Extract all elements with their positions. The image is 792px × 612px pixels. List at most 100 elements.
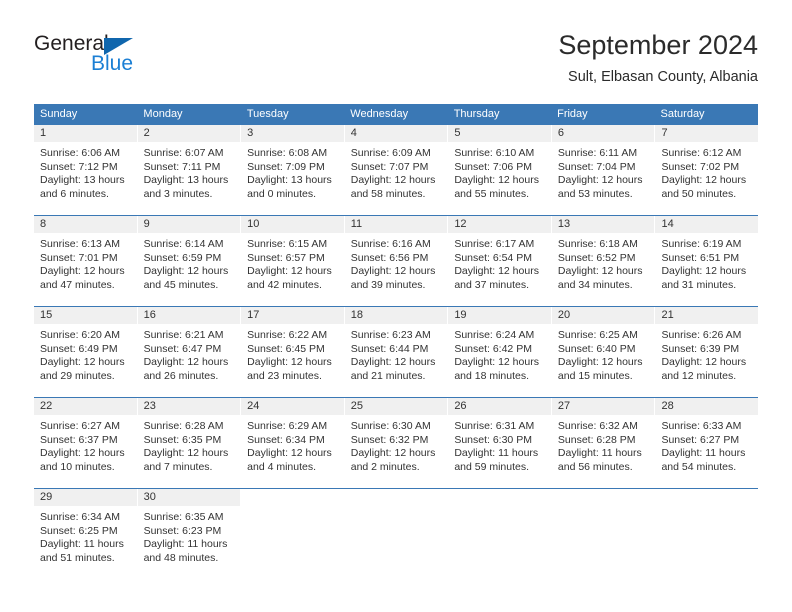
day-number-band: 22 bbox=[34, 398, 137, 416]
day-detail-line: and 4 minutes. bbox=[247, 460, 317, 473]
calendar-day-cell[interactable]: 2 Sunrise: 6:07 AM Sunset: 7:11 PM Daylight… bbox=[137, 125, 242, 207]
calendar-day-cell[interactable]: 9 Sunrise: 6:14 AM Sunset: 6:59 PM Daylight… bbox=[137, 216, 242, 298]
day-details: Sunrise: 6:11 AM Sunset: 7:04 PM Daylight:… bbox=[552, 143, 655, 201]
day-details: Sunrise: 6:18 AM Sunset: 6:52 PM Daylight:… bbox=[552, 234, 655, 292]
day-number: 14 bbox=[661, 218, 674, 230]
calendar-day-cell[interactable]: 10 Sunrise: 6:15 AM Sunset: 6:57 PM Dayligh… bbox=[241, 216, 345, 298]
calendar-day-cell[interactable]: 28 Sunrise: 6:33 AM Sunset: 6:27 PM Dayligh… bbox=[655, 398, 759, 480]
calendar-day-cell[interactable]: 4 Sunrise: 6:09 AM Sunset: 7:07 PM Daylight… bbox=[344, 125, 449, 207]
day-detail-line: Sunset: 6:54 PM bbox=[454, 251, 532, 264]
day-detail-line: Sunrise: 6:08 AM bbox=[247, 147, 328, 159]
calendar-day-cell[interactable]: 18 Sunrise: 6:23 AM Sunset: 6:44 PM Dayligh… bbox=[344, 307, 449, 389]
day-detail-line: Daylight: 12 hours bbox=[40, 447, 125, 459]
day-number-band: 13 bbox=[551, 216, 655, 234]
day-detail-line: and 23 minutes. bbox=[247, 369, 322, 382]
day-detail-line: Sunrise: 6:12 AM bbox=[661, 147, 742, 159]
weekday-header-thursday: Thursday bbox=[453, 108, 500, 120]
calendar-day-cell[interactable]: 30 Sunrise: 6:35 AM Sunset: 6:23 PM Dayligh… bbox=[137, 489, 242, 571]
calendar-day-cell[interactable]: 29 Sunrise: 6:34 AM Sunset: 6:25 PM Dayligh… bbox=[34, 489, 138, 571]
day-number: 1 bbox=[40, 127, 47, 139]
calendar-day-cell[interactable]: 13 Sunrise: 6:18 AM Sunset: 6:52 PM Dayligh… bbox=[551, 216, 656, 298]
calendar-day-cell[interactable]: 14 Sunrise: 6:19 AM Sunset: 6:51 PM Dayligh… bbox=[655, 216, 759, 298]
calendar-day-cell[interactable]: 26 Sunrise: 6:31 AM Sunset: 6:30 PM Dayligh… bbox=[448, 398, 552, 480]
day-detail-line: Sunrise: 6:09 AM bbox=[350, 147, 431, 159]
day-detail-line: Sunset: 7:12 PM bbox=[40, 160, 118, 173]
day-detail-line: Sunset: 6:25 PM bbox=[40, 524, 118, 537]
day-details bbox=[241, 507, 344, 511]
day-number-band: 14 bbox=[655, 216, 759, 234]
day-details: Sunrise: 6:09 AM Sunset: 7:07 PM Daylight:… bbox=[345, 143, 448, 201]
calendar-day-cell[interactable]: 23 Sunrise: 6:28 AM Sunset: 6:35 PM Dayligh… bbox=[137, 398, 242, 480]
day-details: Sunrise: 6:25 AM Sunset: 6:40 PM Daylight:… bbox=[552, 325, 655, 383]
day-number-band: 24 bbox=[241, 398, 344, 416]
calendar-day-cell[interactable]: 7 Sunrise: 6:12 AM Sunset: 7:02 PM Daylight… bbox=[655, 125, 759, 207]
day-detail-line: Sunrise: 6:27 AM bbox=[40, 420, 120, 432]
calendar-day-cell[interactable]: 21 Sunrise: 6:26 AM Sunset: 6:39 PM Dayligh… bbox=[655, 307, 759, 389]
calendar-day-cell[interactable]: 8 Sunrise: 6:13 AM Sunset: 7:01 PM Daylight… bbox=[34, 216, 138, 298]
calendar-day-cell[interactable]: 17 Sunrise: 6:22 AM Sunset: 6:45 PM Dayligh… bbox=[241, 307, 345, 389]
day-number: 20 bbox=[557, 309, 571, 321]
day-detail-line: Daylight: 12 hours bbox=[350, 174, 436, 186]
day-detail-line: and 37 minutes. bbox=[454, 278, 530, 291]
calendar-day-cell[interactable]: 24 Sunrise: 6:29 AM Sunset: 6:34 PM Dayligh… bbox=[241, 398, 345, 480]
calendar-day-cell[interactable]: 27 Sunrise: 6:32 AM Sunset: 6:28 PM Dayligh… bbox=[551, 398, 656, 480]
day-detail-line: Sunrise: 6:10 AM bbox=[454, 147, 535, 159]
day-details: Sunrise: 6:12 AM Sunset: 7:02 PM Daylight:… bbox=[655, 143, 758, 201]
weekday-header-saturday: Saturday bbox=[660, 108, 705, 120]
day-detail-line: and 54 minutes. bbox=[661, 460, 737, 473]
day-number-band: 21 bbox=[655, 307, 759, 325]
calendar-day-cell[interactable]: 3 Sunrise: 6:08 AM Sunset: 7:09 PM Daylight… bbox=[241, 125, 345, 207]
day-detail-line: Sunset: 6:42 PM bbox=[454, 342, 532, 355]
day-details: Sunrise: 6:31 AM Sunset: 6:30 PM Daylight:… bbox=[448, 416, 551, 474]
day-details bbox=[448, 507, 551, 511]
day-detail-line: Daylight: 11 hours bbox=[454, 447, 539, 459]
day-detail-line: Sunrise: 6:22 AM bbox=[247, 329, 328, 341]
day-detail-line: Sunset: 6:34 PM bbox=[247, 433, 325, 446]
day-number-band: 19 bbox=[448, 307, 551, 325]
day-number-band: 6 bbox=[551, 125, 655, 143]
day-detail-line: and 45 minutes. bbox=[143, 278, 219, 291]
day-detail-line: Sunset: 6:49 PM bbox=[40, 342, 118, 355]
day-detail-line: Sunset: 7:02 PM bbox=[661, 160, 740, 173]
calendar-day-cell[interactable]: 12 Sunrise: 6:17 AM Sunset: 6:54 PM Dayligh… bbox=[448, 216, 552, 298]
calendar-day-cell[interactable]: 25 Sunrise: 6:30 AM Sunset: 6:32 PM Dayligh… bbox=[344, 398, 449, 480]
calendar-day-cell[interactable]: 1 Sunrise: 6:06 AM Sunset: 7:12 PM Daylight… bbox=[34, 125, 138, 207]
day-details: Sunrise: 6:20 AM Sunset: 6:49 PM Daylight:… bbox=[34, 325, 137, 383]
calendar-day-cell[interactable]: 20 Sunrise: 6:25 AM Sunset: 6:40 PM Dayligh… bbox=[551, 307, 656, 389]
calendar-day-cell[interactable]: 6 Sunrise: 6:11 AM Sunset: 7:04 PM Daylight… bbox=[551, 125, 656, 207]
day-detail-line: Daylight: 13 hours bbox=[247, 174, 332, 186]
calendar-day-cell[interactable]: 19 Sunrise: 6:24 AM Sunset: 6:42 PM Dayligh… bbox=[448, 307, 552, 389]
weekday-header-sunday: Sunday bbox=[40, 108, 78, 120]
day-detail-line: and 42 minutes. bbox=[247, 278, 322, 291]
day-number-band: 5 bbox=[448, 125, 551, 143]
calendar-day-cell[interactable]: 22 Sunrise: 6:27 AM Sunset: 6:37 PM Dayligh… bbox=[34, 398, 138, 480]
weekday-header-wednesday: Wednesday bbox=[350, 108, 409, 120]
day-detail-line: and 48 minutes. bbox=[143, 551, 219, 564]
day-detail-line: Daylight: 12 hours bbox=[661, 356, 747, 368]
day-detail-line: and 7 minutes. bbox=[143, 460, 213, 473]
day-details: Sunrise: 6:16 AM Sunset: 6:56 PM Daylight:… bbox=[345, 234, 448, 292]
day-detail-line: Daylight: 12 hours bbox=[350, 265, 436, 277]
day-detail-line: and 2 minutes. bbox=[350, 460, 420, 473]
day-detail-line: Sunrise: 6:24 AM bbox=[454, 329, 535, 341]
calendar-day-cell[interactable]: 15 Sunrise: 6:20 AM Sunset: 6:49 PM Dayligh… bbox=[34, 307, 138, 389]
calendar-day-cell[interactable]: 16 Sunrise: 6:21 AM Sunset: 6:47 PM Dayligh… bbox=[137, 307, 242, 389]
calendar-day-cell[interactable]: 5 Sunrise: 6:10 AM Sunset: 7:06 PM Daylight… bbox=[448, 125, 552, 207]
page-subtitle: Sult, Elbasan County, Albania bbox=[568, 69, 758, 85]
calendar-day-cell[interactable]: 11 Sunrise: 6:16 AM Sunset: 6:56 PM Dayligh… bbox=[344, 216, 449, 298]
weekday-header-monday: Monday bbox=[143, 108, 183, 120]
day-detail-line: and 34 minutes. bbox=[557, 278, 633, 291]
day-detail-line: Sunrise: 6:29 AM bbox=[247, 420, 328, 432]
day-detail-line: Daylight: 12 hours bbox=[143, 265, 229, 277]
day-detail-line: Sunrise: 6:18 AM bbox=[557, 238, 638, 250]
day-detail-line: Daylight: 13 hours bbox=[40, 174, 125, 186]
day-detail-line: Sunset: 7:01 PM bbox=[40, 251, 118, 264]
day-details: Sunrise: 6:23 AM Sunset: 6:44 PM Daylight:… bbox=[345, 325, 448, 383]
calendar-day-cell-empty bbox=[344, 489, 449, 571]
day-number: 26 bbox=[454, 400, 467, 412]
day-number-band: 7 bbox=[655, 125, 759, 143]
day-detail-line: Sunrise: 6:32 AM bbox=[557, 420, 638, 432]
day-number: 7 bbox=[661, 127, 668, 139]
day-details bbox=[552, 507, 655, 511]
day-number-band: 3 bbox=[241, 125, 344, 143]
